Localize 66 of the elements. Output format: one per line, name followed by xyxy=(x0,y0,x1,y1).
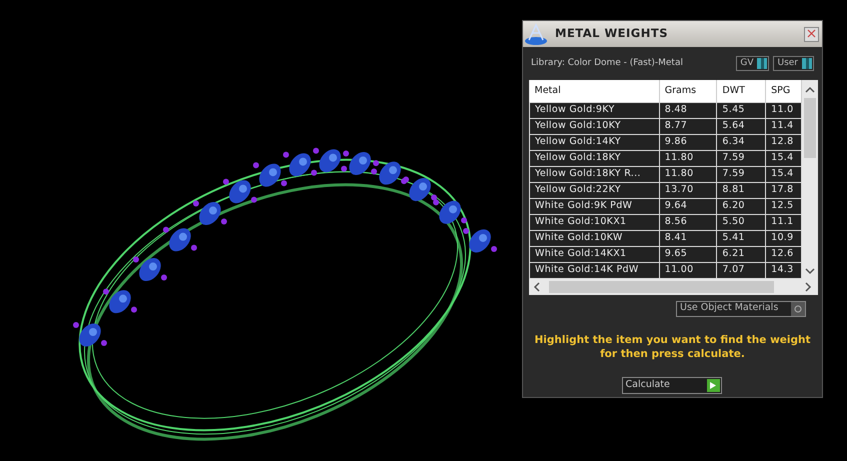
panel-title: METAL WEIGHTS xyxy=(555,25,668,42)
table-cell: 7.59 xyxy=(716,150,766,166)
table-cell: 13.70 xyxy=(659,182,717,198)
table-cell: 10.9 xyxy=(766,230,802,246)
column-header[interactable]: SPG xyxy=(766,80,802,102)
close-button[interactable] xyxy=(804,26,819,42)
dome-icon xyxy=(523,22,549,46)
table-cell: 6.34 xyxy=(716,134,766,150)
scroll-up-icon[interactable] xyxy=(805,86,816,94)
column-header[interactable]: Metal xyxy=(530,80,660,102)
table-cell: 8.81 xyxy=(716,182,766,198)
table-cell: White Gold:14KX1 xyxy=(530,246,660,262)
table-cell: 11.00 xyxy=(659,262,717,278)
table-cell: 11.80 xyxy=(659,166,717,182)
table-cell: Yellow Gold:18KY xyxy=(530,150,660,166)
table-cell: 7.59 xyxy=(716,166,766,182)
table-cell: 8.77 xyxy=(659,118,717,134)
table-cell: 9.65 xyxy=(659,246,717,262)
table-cell: 8.48 xyxy=(659,102,717,118)
column-header[interactable]: Grams xyxy=(659,80,717,102)
close-icon xyxy=(807,29,816,38)
table-cell: 5.50 xyxy=(716,214,766,230)
toggle-switch[interactable]: GV xyxy=(736,56,770,71)
circle-icon xyxy=(794,304,802,312)
table-cell: 14.3 xyxy=(766,262,802,278)
table-cell: 11.0 xyxy=(766,102,802,118)
vertical-scrollbar[interactable] xyxy=(802,80,818,278)
play-icon xyxy=(706,378,720,392)
table-cell: 5.45 xyxy=(716,102,766,118)
table-cell: 5.64 xyxy=(716,118,766,134)
hint-text: Highlight the item you want to find the weight for then press calculate. xyxy=(534,332,812,360)
table-cell: White Gold:14K PdW xyxy=(530,262,660,278)
table-cell: 8.41 xyxy=(659,230,717,246)
table-cell: White Gold:10KX1 xyxy=(530,214,660,230)
table-cell: 12.5 xyxy=(766,198,802,214)
table-cell: Yellow Gold:10KY xyxy=(530,118,660,134)
table-cell: 11.1 xyxy=(766,214,802,230)
table-cell: 5.41 xyxy=(716,230,766,246)
table-cell: 17.8 xyxy=(766,182,802,198)
table-cell: 9.86 xyxy=(659,134,717,150)
calculate-button[interactable]: Calculate xyxy=(622,376,722,394)
table-cell: 6.20 xyxy=(716,198,766,214)
table-cell: 9.64 xyxy=(659,198,717,214)
column-header[interactable]: DWT xyxy=(716,80,766,102)
table-cell: 11.80 xyxy=(659,150,717,166)
table-cell: White Gold:10KW xyxy=(530,230,660,246)
table-cell: 7.07 xyxy=(716,262,766,278)
use-object-materials-toggle[interactable]: Use Object Materials xyxy=(676,300,806,316)
scroll-thumb[interactable] xyxy=(549,280,774,292)
scroll-thumb[interactable] xyxy=(804,98,816,158)
table-cell: Yellow Gold:9KY xyxy=(530,102,660,118)
scroll-down-icon[interactable] xyxy=(805,266,816,274)
horizontal-scrollbar[interactable] xyxy=(529,278,818,294)
table-cell: 8.56 xyxy=(659,214,717,230)
table-cell: 15.4 xyxy=(766,150,802,166)
table-cell: Yellow Gold:14KY xyxy=(530,134,660,150)
table-cell: 12.6 xyxy=(766,246,802,262)
toggle-switch[interactable]: User xyxy=(773,56,814,71)
table-cell: 15.4 xyxy=(766,166,802,182)
library-label: Library: Color Dome - (Fast)-Metal xyxy=(531,56,683,70)
table-cell: 6.21 xyxy=(716,246,766,262)
table-cell: 12.8 xyxy=(766,134,802,150)
table-cell: Yellow Gold:18KY R... xyxy=(530,166,660,182)
table-cell: Yellow Gold:22KY xyxy=(530,182,660,198)
table-cell: 11.4 xyxy=(766,118,802,134)
table-cell: White Gold:9K PdW xyxy=(530,198,660,214)
